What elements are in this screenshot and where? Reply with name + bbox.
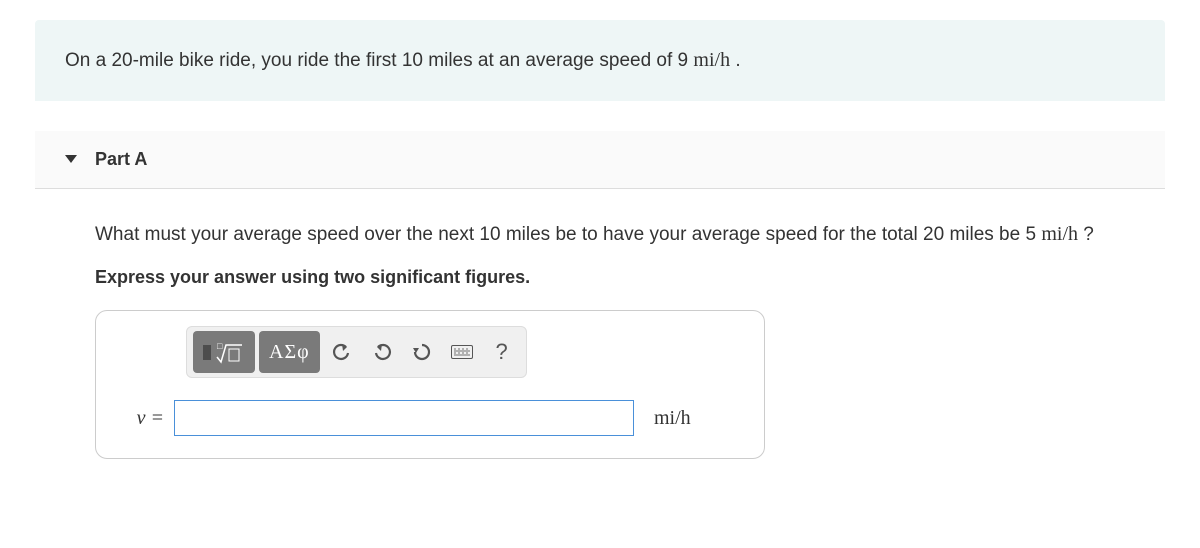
greek-symbols-button[interactable]: ΑΣφ [259,331,320,373]
variable-label: v = [114,407,164,430]
part-header[interactable]: Part A [35,131,1165,189]
unit-label: mi/h [654,407,691,430]
chevron-down-icon [65,155,77,163]
problem-text-prefix: On a 20-mile bike ride, you ride the fir… [65,50,693,71]
answer-box: □ ΑΣφ [95,310,765,459]
part-body: What must your average speed over the ne… [35,189,1165,490]
greek-label: ΑΣφ [269,341,310,364]
templates-button[interactable]: □ [193,331,255,373]
undo-icon [331,341,353,363]
help-button[interactable]: ? [484,332,520,372]
problem-unit: mi/h [693,49,730,71]
help-label: ? [496,339,508,365]
reset-button[interactable] [404,332,440,372]
problem-text-suffix: . [730,50,741,71]
question-text: What must your average speed over the ne… [95,219,1125,250]
rect-icon [203,345,211,360]
question-prefix: What must your average speed over the ne… [95,224,1041,245]
part-title: Part A [95,149,147,170]
redo-button[interactable] [364,332,400,372]
svg-text:□: □ [217,341,223,351]
answer-input[interactable] [174,400,634,436]
answer-instructions: Express your answer using two significan… [95,267,1125,288]
equation-toolbar: □ ΑΣφ [186,326,527,378]
question-unit: mi/h [1041,223,1078,245]
reset-icon [411,341,433,363]
redo-icon [371,341,393,363]
answer-row: v = mi/h [114,400,746,436]
undo-button[interactable] [324,332,360,372]
problem-statement: On a 20-mile bike ride, you ride the fir… [35,20,1165,101]
keyboard-button[interactable] [444,332,480,372]
part-a-section: Part A What must your average speed over… [35,131,1165,490]
keyboard-icon [451,345,473,359]
root-template-icon: □ [215,339,245,365]
question-suffix: ? [1078,224,1094,245]
